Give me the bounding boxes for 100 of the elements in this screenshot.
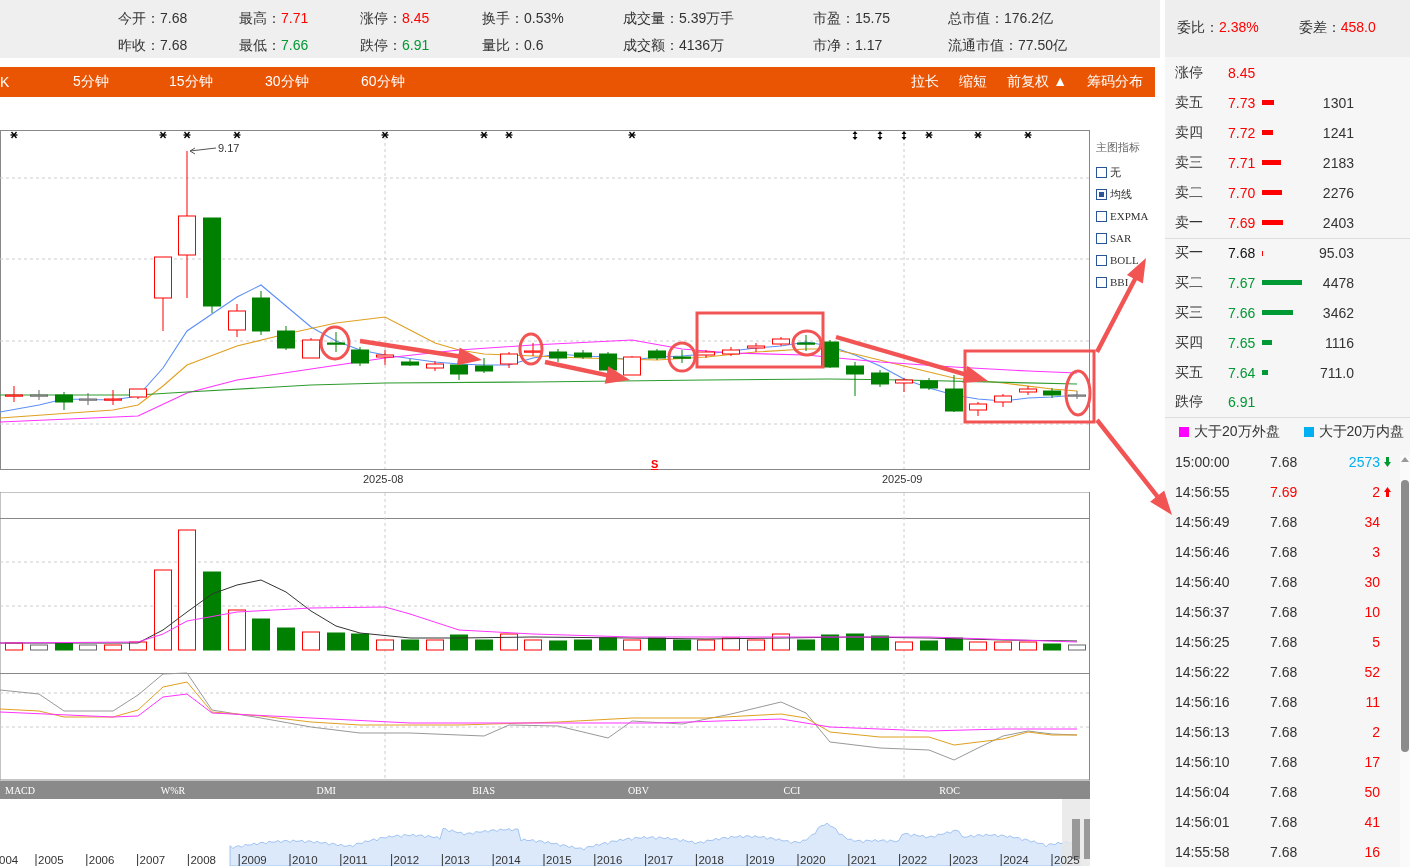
stat-value: 4136万 [679, 36, 725, 53]
volume-bar [994, 641, 1012, 651]
asterisk-icon [1023, 131, 1033, 139]
volume-bar [797, 639, 815, 651]
trade-time: 14:56:37 [1175, 604, 1231, 620]
candlestick [623, 355, 641, 376]
indicator-tab[interactable]: W%R [155, 781, 312, 799]
trade-price: 7.68 [1270, 814, 1299, 830]
year-label: 2006 [88, 854, 115, 866]
indicator-tab[interactable]: ROC [934, 781, 1091, 799]
stat-value: 8.45 [402, 9, 430, 26]
range-handle[interactable] [1084, 819, 1090, 859]
asterisk-icon [627, 131, 637, 139]
indicator-tab[interactable]: DMI [311, 781, 468, 799]
asterisk-icon [973, 131, 983, 139]
stat-value: 6.91 [402, 36, 430, 53]
stat-label: 量比： [482, 36, 524, 53]
trade-time: 14:55:58 [1175, 844, 1231, 860]
volume-bar [252, 618, 270, 651]
volume-bar [302, 631, 320, 651]
candlestick [327, 331, 345, 353]
summary-value: 458.0 [1340, 19, 1376, 36]
indicator-option[interactable]: EXPMA [1096, 205, 1149, 227]
trade-volume: 17 [1363, 754, 1380, 770]
volume-bar [475, 639, 493, 651]
volume-bar [376, 639, 394, 651]
trade-volume: 41 [1363, 814, 1380, 830]
asterisk-icon [182, 131, 192, 139]
trade-time: 14:56:46 [1175, 544, 1231, 560]
trade-volume: 34 [1363, 514, 1380, 530]
order-volume: 1301 [1321, 94, 1354, 111]
option-label: EXPMA [1110, 210, 1149, 222]
checkbox[interactable] [1096, 276, 1107, 288]
indicator-tab[interactable]: OBV [622, 781, 779, 799]
volume-bar [500, 633, 518, 651]
candlestick [524, 342, 542, 357]
trade-time: 14:56:13 [1175, 724, 1231, 740]
volume-bar [697, 639, 715, 651]
summary-label: 委差： [1298, 19, 1341, 36]
chart-tool-button[interactable]: 拉长 [911, 73, 940, 91]
candlestick [401, 358, 419, 367]
order-level-label: 跌停 [1175, 393, 1204, 412]
year-label: 2023 [952, 854, 978, 866]
trade-time: 14:56:49 [1175, 514, 1231, 530]
chart-tool-button[interactable]: 筹码分布 [1087, 73, 1143, 91]
order-price: 7.72 [1228, 124, 1257, 141]
indicator-option[interactable]: BOLL [1096, 249, 1149, 271]
candlestick [79, 392, 97, 406]
period-tab[interactable]: 30分钟 [265, 67, 361, 97]
stat-label: 最高： [239, 9, 281, 26]
order-level-label: 涨停 [1175, 63, 1204, 82]
volume-bar [574, 639, 592, 651]
trade-price: 7.68 [1270, 634, 1299, 650]
stat-label: 成交额： [623, 36, 679, 53]
order-price: 7.71 [1228, 154, 1257, 171]
candlestick [1043, 387, 1061, 399]
volume-bar [1019, 641, 1037, 651]
period-tab[interactable]: 60分钟 [361, 67, 457, 97]
volume-bar [351, 633, 369, 651]
stat-value: 7.71 [281, 9, 309, 26]
period-tab[interactable]: K [0, 67, 73, 97]
checkbox[interactable] [1096, 254, 1107, 266]
order-volume: 711.0 [1319, 364, 1354, 381]
scrollbar[interactable] [1400, 455, 1410, 867]
indicator-option[interactable]: SAR [1096, 227, 1149, 249]
peak-price-label: 9.17 [218, 142, 240, 154]
checkbox[interactable] [1096, 232, 1107, 244]
volume-bar [129, 641, 147, 651]
candlestick [747, 342, 765, 353]
trade-volume: 16 [1363, 844, 1380, 860]
order-level-label: 买三 [1175, 303, 1204, 322]
volume-bar [969, 641, 987, 651]
chart-tool-button[interactable]: 缩短 [959, 73, 988, 91]
candlestick [871, 369, 889, 388]
order-level-label: 卖二 [1175, 183, 1204, 202]
trade-volume: 30 [1363, 574, 1380, 590]
order-level-label: 买五 [1175, 363, 1204, 382]
year-label: 2015 [546, 854, 572, 866]
volume-bar [524, 639, 542, 651]
indicator-tab[interactable]: CCI [778, 781, 935, 799]
indicator-tab[interactable]: BIAS [467, 781, 623, 799]
trade-volume: 2 [1371, 484, 1380, 500]
asterisk-icon [504, 131, 514, 139]
checkbox[interactable] [1096, 210, 1107, 222]
stat-label: 跌停： [360, 36, 402, 53]
checkbox[interactable] [1096, 166, 1107, 178]
checkbox[interactable] [1096, 188, 1107, 200]
indicator-option[interactable]: 均线 [1096, 183, 1149, 205]
stat-label: 市净： [813, 36, 855, 53]
chart-tool-button[interactable]: 前复权 ▲ [1007, 73, 1067, 91]
period-tab[interactable]: 5分钟 [73, 67, 169, 97]
candlestick [475, 357, 493, 374]
trade-volume: 3 [1371, 544, 1380, 560]
indicator-tab[interactable]: MACD [0, 781, 156, 799]
candlestick [376, 349, 394, 366]
order-volume: 1241 [1321, 124, 1354, 141]
period-tab[interactable]: 15分钟 [169, 67, 265, 97]
stat-value: 0.53% [524, 9, 564, 26]
indicator-option[interactable]: BBI [1096, 271, 1149, 293]
indicator-option[interactable]: 无 [1096, 161, 1149, 183]
